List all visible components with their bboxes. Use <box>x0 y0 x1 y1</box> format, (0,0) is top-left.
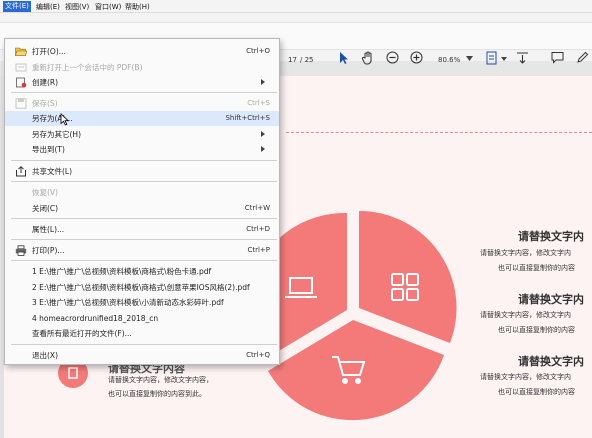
zoom-in-icon[interactable] <box>410 51 423 64</box>
menu-separator <box>11 218 277 219</box>
recent-file-path: 1 E:\推广\推广\总视频\资料模板\商格式\粉色卡通.pdf <box>32 267 212 276</box>
left-block-line2: 也可以直接复制你的内容到此。 <box>108 390 206 398</box>
zoom-dropdown-icon[interactable] <box>466 56 473 61</box>
right-block-3-line1: 请替换文字内容，修改文字内 <box>480 373 571 381</box>
menu-view[interactable]: 视图(V) <box>63 2 91 12</box>
menu-item-label: 保存(S) <box>32 99 58 108</box>
menu-item-create[interactable]: 创建(R) <box>5 75 279 90</box>
create-pdf-icon <box>16 77 27 88</box>
recent-file-path: 4 homeacrordrunified18_2018_cn <box>32 314 159 323</box>
menu-item-label: 打印(P)... <box>32 246 65 255</box>
right-block-2-title: 请替换文字内 <box>518 293 584 306</box>
right-block-1-line1: 请替换文字内容，修改文字内 <box>480 249 571 257</box>
device-icon <box>68 367 78 379</box>
acrobat-window: 文件(E) 编辑(E) 视图(V) 窗口(W) 帮助(H) 17 / 25 80… <box>0 0 592 438</box>
menu-item-label: 导出到(T) <box>32 145 65 154</box>
share-icon <box>16 166 26 177</box>
right-block-1-line2: 也可以直接复制你的内容 <box>498 264 575 272</box>
menu-item-label: 重新打开上一个会话中的 PDF(B) <box>32 63 143 72</box>
pen-icon[interactable] <box>576 51 589 64</box>
select-cursor-icon[interactable] <box>338 51 348 65</box>
zoom-out-icon[interactable] <box>386 51 399 64</box>
reopen-icon <box>15 63 27 72</box>
submenu-arrow-icon <box>261 146 265 152</box>
menu-item-revert[interactable]: 恢复(V) <box>5 185 279 200</box>
menu-item-label: 查看所有最近打开的文件(F)... <box>32 329 132 338</box>
dashed-divider <box>286 132 592 133</box>
menu-item-label: 属性(L)... <box>32 225 65 234</box>
menu-item-share[interactable]: 共享文件(L) <box>5 164 279 179</box>
menu-item-save[interactable]: 保存(S) Ctrl+S <box>5 96 279 111</box>
menu-window[interactable]: 窗口(W) <box>93 2 123 12</box>
menu-item-label: 关闭(C) <box>32 204 59 213</box>
menu-item-label: 打开(O)... <box>32 47 66 56</box>
menu-item-label: 共享文件(L) <box>32 167 73 176</box>
zoom-level[interactable]: 80.6% <box>438 56 460 64</box>
menu-item-label: 恢复(V) <box>32 188 58 197</box>
menu-file[interactable]: 文件(E) <box>3 1 31 12</box>
recent-file-path: 3 E:\推广\推广\总视频\资料模板\小清新动态水彩碎叶.pdf <box>32 298 224 307</box>
menu-item-properties[interactable]: 属性(L)... Ctrl+D <box>5 222 279 237</box>
right-block-2-line1: 请替换文字内容，修改文字内 <box>480 311 571 319</box>
recent-file-4[interactable]: 4 homeacrordrunified18_2018_cn <box>5 311 279 326</box>
folder-open-icon <box>15 47 27 56</box>
menu-item-shortcut: Ctrl+Q <box>246 351 270 359</box>
menu-item-shortcut: Ctrl+P <box>247 246 270 254</box>
menu-item-open[interactable]: 打开(O)... Ctrl+O <box>5 44 279 59</box>
menu-separator <box>11 344 277 345</box>
menu-item-shortcut: Ctrl+W <box>244 204 270 212</box>
right-block-3-line2: 也可以直接复制你的内容 <box>498 388 575 396</box>
file-menu-dropdown: 打开(O)... Ctrl+O 重新打开上一个会话中的 PDF(B) 创建(R)… <box>4 38 280 365</box>
menu-bar: 文件(E) 编辑(E) 视图(V) 窗口(W) 帮助(H) <box>0 0 592 13</box>
menu-item-print[interactable]: 打印(P)... Ctrl+P <box>5 243 279 258</box>
right-block-2-line2: 也可以直接复制你的内容 <box>498 326 575 334</box>
menu-item-shortcut: Ctrl+S <box>247 99 270 107</box>
menu-edit[interactable]: 编辑(E) <box>34 2 62 12</box>
recent-file-3[interactable]: 3 E:\推广\推广\总视频\资料模板\小清新动态水彩碎叶.pdf <box>5 295 279 310</box>
right-block-1-title: 请替换文字内 <box>518 230 584 243</box>
submenu-arrow-icon <box>261 131 265 137</box>
menu-item-close[interactable]: 关闭(C) Ctrl+W <box>5 201 279 216</box>
menu-separator <box>11 160 277 161</box>
menu-item-view-all-recent[interactable]: 查看所有最近打开的文件(F)... <box>5 326 279 341</box>
menu-item-label: 创建(R) <box>32 78 59 87</box>
menu-item-label: 另存为其它(H) <box>32 130 81 139</box>
fit-dropdown-icon[interactable] <box>501 57 507 61</box>
recent-file-2[interactable]: 2 E:\推广\推广\总视频\资料模板\商格式\创意苹果IOS风格(2).pdf <box>5 280 279 295</box>
page-number-input[interactable]: 17 <box>288 56 297 64</box>
menu-item-save-as-other[interactable]: 另存为其它(H) <box>5 127 279 142</box>
recent-file-path: 2 E:\推广\推广\总视频\资料模板\商格式\创意苹果IOS风格(2).pdf <box>32 283 250 292</box>
fit-page-icon[interactable] <box>486 51 498 65</box>
menu-separator <box>11 92 277 93</box>
menu-separator <box>11 239 277 240</box>
menu-separator <box>11 260 277 261</box>
submenu-arrow-icon <box>261 79 265 85</box>
menu-help[interactable]: 帮助(H) <box>123 2 152 12</box>
mouse-pointer-icon <box>60 113 69 126</box>
right-block-3-title: 请替换文字内 <box>518 355 584 368</box>
menu-item-save-as[interactable]: 另存为(A)... Shift+Ctrl+S <box>5 111 279 126</box>
recent-file-1[interactable]: 1 E:\推广\推广\总视频\资料模板\商格式\粉色卡通.pdf <box>5 264 279 279</box>
menu-item-label: 退出(X) <box>32 351 58 360</box>
scroll-mode-icon[interactable] <box>516 51 529 65</box>
comment-icon[interactable] <box>551 51 564 64</box>
hand-tool-icon[interactable] <box>361 51 375 65</box>
printer-icon <box>15 245 27 256</box>
menu-item-shortcut: Shift+Ctrl+S <box>225 114 270 122</box>
page-total: / 25 <box>300 56 314 64</box>
menu-item-shortcut: Ctrl+O <box>246 47 270 55</box>
menu-item-reopen[interactable]: 重新打开上一个会话中的 PDF(B) <box>5 60 279 75</box>
menu-item-shortcut: Ctrl+D <box>246 225 270 233</box>
menu-item-export-to[interactable]: 导出到(T) <box>5 142 279 157</box>
left-block-line1: 请替换文字内容，修改文字内容， <box>108 376 213 384</box>
menu-item-exit[interactable]: 退出(X) Ctrl+Q <box>5 348 279 363</box>
save-icon <box>15 98 27 109</box>
menu-separator <box>11 181 277 182</box>
